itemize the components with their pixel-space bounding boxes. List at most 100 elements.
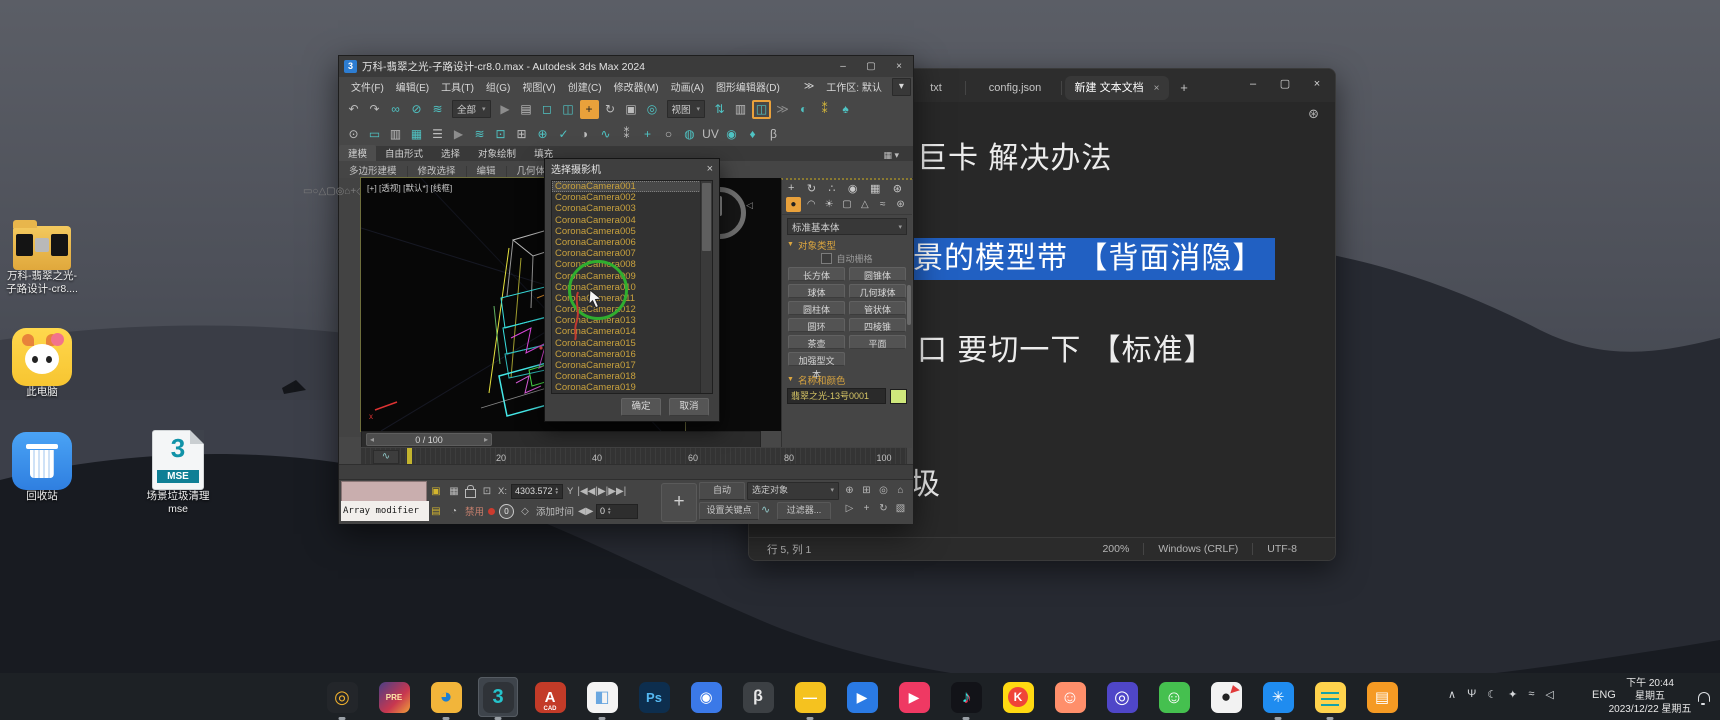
viewport-nav-icon[interactable]: ↻ <box>875 500 892 518</box>
toolbar-icon[interactable]: ▥ <box>731 100 750 119</box>
object-category-icon[interactable]: ≈ <box>875 197 890 212</box>
maximize-button[interactable]: ▢ <box>1269 69 1301 99</box>
panel-scrollbar[interactable] <box>907 285 911 325</box>
tray-network-icon[interactable]: ≈ <box>1528 688 1534 701</box>
command-panel-tab[interactable]: ↻ <box>807 182 816 195</box>
playback-button[interactable]: |◀ <box>577 486 587 497</box>
command-panel-tab[interactable]: + <box>788 182 794 195</box>
camera-list-item[interactable]: CoronaCamera002 <box>552 192 701 203</box>
toolbar-icon[interactable]: ⁑ <box>617 125 636 144</box>
toolbar-icon[interactable]: ↶ <box>344 100 363 119</box>
time-tag-icon[interactable]: ◇ <box>518 506 532 517</box>
toolbar-icon[interactable]: ▭ <box>365 125 384 144</box>
toolbar-icon[interactable]: ▣ <box>622 100 641 119</box>
line-ending[interactable]: Windows (CRLF) <box>1158 543 1238 555</box>
toolbar-icon[interactable]: + <box>579 99 599 119</box>
dialog-close-icon[interactable]: × <box>707 163 713 175</box>
command-panel-tab[interactable]: ⊛ <box>893 182 902 195</box>
taskbar-edge-browser[interactable]: ◕ <box>426 677 466 720</box>
camera-list-item[interactable]: CoronaCamera008 <box>552 259 701 270</box>
cancel-button[interactable]: 取消 <box>669 398 709 416</box>
camera-list-item[interactable]: CoronaCamera006 <box>552 237 701 248</box>
viewport-nav-icon[interactable]: + <box>858 500 875 518</box>
camera-list-item[interactable]: CoronaCamera017 <box>552 360 701 371</box>
tab-close-icon[interactable]: × <box>1154 83 1160 94</box>
viewport-nav-icon[interactable]: ⌂ <box>892 482 909 500</box>
autogrid-checkbox[interactable]: 自动栅格 <box>782 252 912 265</box>
toolbar-icon[interactable]: ⁑ <box>815 100 834 119</box>
tab-new-text-document[interactable]: 新建 文本文档 × <box>1065 76 1169 100</box>
viewport-nav-icon[interactable]: ▧ <box>892 500 909 518</box>
key-mode-icon[interactable]: ∿ <box>761 503 770 516</box>
camera-list-item[interactable]: CoronaCamera018 <box>552 371 701 382</box>
taskbar-3ds-max[interactable]: 3 <box>478 677 518 720</box>
x-coord-field[interactable]: 4303.572 ▲ ▼ <box>510 483 563 499</box>
ribbon-tab[interactable]: 对象绘制 <box>469 145 525 161</box>
toolbar-icon[interactable]: ◎ <box>643 100 662 119</box>
menu-item[interactable]: 创建(C) <box>562 83 608 94</box>
ribbon-panel-label[interactable]: 修改选择 <box>407 165 467 177</box>
taskbar-k-app[interactable]: K <box>998 677 1038 717</box>
workspace-selector[interactable]: 工作区: 默认 <box>820 79 888 94</box>
filters-button[interactable]: 过滤器... <box>777 502 831 520</box>
system-clock[interactable]: 下午 20:44 星期五 2023/12/22 星期五 <box>1602 677 1698 716</box>
taskbar-meeting-camera[interactable]: ◉ <box>686 677 726 717</box>
primitive-button[interactable]: 茶壶 <box>788 335 845 349</box>
desktop-icon-mse-script[interactable]: 3 MSE 场景垃圾清理 mse <box>136 430 220 516</box>
primitive-button[interactable]: 圆柱体 <box>788 301 845 315</box>
taskbar-viewer-app[interactable]: ◎ <box>322 677 362 720</box>
current-frame-marker[interactable] <box>407 448 412 465</box>
viewport-label[interactable]: [+] [透视] [默认*] [线框] <box>367 182 452 194</box>
close-button[interactable]: × <box>885 56 913 77</box>
primitive-type-dropdown[interactable]: 标准基本体 ▾ <box>787 218 907 235</box>
taskbar-premiere-pre[interactable]: PRE <box>374 677 414 717</box>
taskbar-qq-penguin[interactable]: ● <box>1206 677 1246 717</box>
tray-volume-icon[interactable]: ◁ <box>1545 688 1553 701</box>
ribbon-tab[interactable]: 选择 <box>432 145 469 161</box>
desktop-icon-recycle-bin[interactable]: 回收站 <box>0 432 84 503</box>
close-button[interactable]: × <box>1301 69 1333 99</box>
add-time-tag[interactable]: 添加时间 <box>536 504 574 518</box>
menu-item[interactable]: 视图(V) <box>516 83 561 94</box>
zoom-level[interactable]: 200% <box>1102 543 1129 555</box>
encoding[interactable]: UTF-8 <box>1267 543 1297 555</box>
taskbar-baby-face-app[interactable]: ☺ <box>1050 677 1090 717</box>
toolbar-icon[interactable]: ⇅ <box>710 100 729 119</box>
toolbar-icon[interactable]: ♠ <box>836 100 855 119</box>
camera-list-item[interactable]: CoronaCamera004 <box>552 215 701 226</box>
toolbar-icon[interactable]: ⊕ <box>533 125 552 144</box>
taskbar-asterisk-bubble[interactable]: ✳ <box>1258 677 1298 720</box>
toolbar-icon[interactable]: ⊞ <box>512 125 531 144</box>
minimize-button[interactable]: – <box>829 56 857 77</box>
settings-gear-icon[interactable]: ⊛ <box>1308 106 1319 122</box>
toolbar-icon[interactable]: ▥ <box>386 125 405 144</box>
rollout-object-type[interactable]: ▼ 对象类型 <box>787 238 907 252</box>
taskbar-autocad[interactable]: A CAD <box>530 677 570 717</box>
primitive-button[interactable]: 圆锥体 <box>849 267 906 281</box>
toolbar-icon[interactable]: ▶ <box>449 125 468 144</box>
primitive-button[interactable]: 几何球体 <box>849 284 906 298</box>
toolbar-icon[interactable]: ▦ <box>407 125 426 144</box>
command-panel-tab[interactable]: ∴ <box>829 182 836 195</box>
primitive-button[interactable]: 管状体 <box>849 301 906 315</box>
taskbar-pink-video[interactable]: ▶ <box>894 677 934 717</box>
taskbar-quark-browser[interactable]: ◎ <box>1102 677 1142 717</box>
frame-step-icons[interactable]: ◀▶ <box>578 506 593 517</box>
toolbar-icon[interactable]: ⊡ <box>491 125 510 144</box>
viewport-nav-icon[interactable]: ◎ <box>875 482 892 500</box>
playback-button[interactable]: ◀| <box>588 486 598 497</box>
ribbon-tab[interactable]: 建模 <box>339 145 377 161</box>
toolbar-icon[interactable]: ⊘ <box>407 100 426 119</box>
maximize-button[interactable]: ▢ <box>857 56 885 77</box>
list-scrollbar[interactable] <box>700 181 712 393</box>
next-frame-icon[interactable]: ▸ <box>484 435 488 444</box>
ribbon-panel-label[interactable]: 多边形建模 <box>339 165 408 177</box>
toolbar-icon[interactable]: ◫ <box>559 100 578 119</box>
toolbar-icon[interactable]: ○ <box>659 125 678 144</box>
key-filter-dropdown[interactable]: 选定对象 ▾ <box>747 482 839 500</box>
tray-chevron-up-icon[interactable]: ∧ <box>1448 688 1456 701</box>
listener-pane[interactable]: Array modifier <box>341 501 429 521</box>
menu-item[interactable]: 图形编辑器(D) <box>710 83 786 94</box>
primitive-button[interactable]: 球体 <box>788 284 845 298</box>
primitive-button[interactable]: 加强型文本 <box>788 352 845 380</box>
